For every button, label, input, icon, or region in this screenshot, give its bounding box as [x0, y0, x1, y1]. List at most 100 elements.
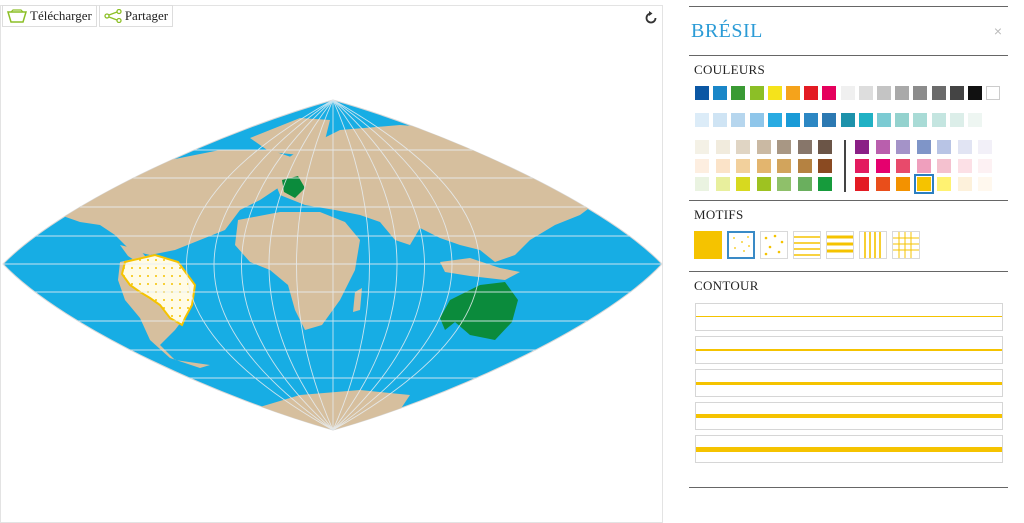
color-swatch[interactable] — [756, 158, 771, 173]
color-swatch[interactable] — [913, 174, 934, 194]
motif-dots[interactable] — [727, 231, 755, 259]
contour-option-4[interactable] — [695, 402, 1003, 430]
color-swatch[interactable] — [756, 177, 771, 191]
color-swatch[interactable] — [937, 177, 951, 191]
color-swatch[interactable] — [855, 140, 869, 154]
color-swatch[interactable] — [736, 158, 750, 173]
motif-solid[interactable] — [694, 231, 722, 259]
country-style-panel: BRÉSIL × COULEURS MOTIFS CONTOUR — [689, 0, 1008, 523]
contour-option-2[interactable] — [695, 336, 1003, 364]
color-swatch[interactable] — [777, 140, 791, 154]
color-swatch[interactable] — [913, 113, 928, 127]
color-swatch[interactable] — [840, 86, 855, 100]
color-swatch[interactable] — [713, 113, 728, 127]
color-swatch[interactable] — [804, 86, 819, 100]
color-swatch[interactable] — [840, 113, 855, 127]
color-swatch[interactable] — [749, 113, 764, 127]
colors-section-title: COULEURS — [694, 62, 766, 77]
color-swatch[interactable] — [786, 86, 800, 100]
color-swatch[interactable] — [937, 140, 951, 154]
color-swatch[interactable] — [715, 140, 730, 154]
world-map[interactable] — [0, 0, 663, 523]
color-swatch[interactable] — [896, 158, 910, 173]
contour-option-1[interactable] — [695, 303, 1003, 331]
color-swatch[interactable] — [896, 177, 910, 191]
color-swatch[interactable] — [916, 140, 931, 154]
thick-lines-icon — [827, 235, 853, 253]
download-button[interactable]: Télécharger — [2, 5, 97, 27]
color-swatch[interactable] — [818, 177, 832, 191]
color-swatch[interactable] — [949, 86, 964, 100]
color-swatch[interactable] — [916, 158, 931, 173]
motif-sparse-dots[interactable] — [760, 231, 788, 259]
contour-section-title: CONTOUR — [694, 278, 759, 293]
color-swatch[interactable] — [736, 140, 750, 154]
color-swatch[interactable] — [767, 113, 782, 127]
color-swatch[interactable] — [913, 86, 928, 100]
color-swatch[interactable] — [797, 177, 812, 191]
color-swatch[interactable] — [777, 158, 791, 173]
color-swatch[interactable] — [822, 86, 837, 100]
color-swatch[interactable] — [731, 113, 746, 127]
divider — [689, 271, 1008, 272]
color-swatch[interactable] — [895, 86, 910, 100]
color-swatch[interactable] — [818, 140, 832, 154]
color-swatch[interactable] — [767, 86, 782, 100]
color-swatch[interactable] — [957, 140, 972, 154]
color-swatch[interactable] — [797, 158, 812, 173]
reset-view-button[interactable] — [640, 8, 662, 28]
color-swatch[interactable] — [875, 140, 890, 154]
motif-vertical-lines[interactable] — [859, 231, 887, 259]
color-swatch[interactable] — [978, 177, 992, 191]
color-swatch[interactable] — [957, 158, 972, 173]
color-swatch[interactable] — [978, 158, 992, 173]
horizontal-lines-icon — [794, 236, 820, 256]
color-swatch[interactable] — [877, 86, 891, 100]
motif-thick-lines[interactable] — [826, 231, 854, 259]
color-swatch[interactable] — [937, 158, 951, 173]
color-swatch[interactable] — [713, 86, 728, 100]
color-swatch[interactable] — [804, 113, 819, 127]
color-swatch[interactable] — [875, 158, 890, 173]
color-swatch[interactable] — [777, 177, 791, 191]
color-swatch[interactable] — [695, 140, 709, 154]
color-swatch[interactable] — [855, 158, 869, 173]
color-swatch[interactable] — [797, 140, 812, 154]
color-swatch[interactable] — [896, 140, 910, 154]
color-swatch[interactable] — [895, 113, 910, 127]
color-swatch[interactable] — [855, 177, 869, 191]
color-swatch[interactable] — [756, 140, 771, 154]
color-swatch[interactable] — [736, 177, 750, 191]
contour-option-5[interactable] — [695, 435, 1003, 463]
color-swatch[interactable] — [978, 140, 992, 154]
color-swatch[interactable] — [818, 158, 832, 173]
dots-pattern-icon — [733, 236, 750, 252]
color-swatch[interactable] — [858, 113, 873, 127]
motif-grid[interactable] — [892, 231, 920, 259]
contour-option-3[interactable] — [695, 369, 1003, 397]
color-swatch[interactable] — [715, 177, 730, 191]
color-swatch[interactable] — [875, 177, 890, 191]
color-swatch[interactable] — [931, 86, 946, 100]
color-swatch[interactable] — [695, 158, 709, 173]
color-swatch[interactable] — [858, 86, 873, 100]
close-button[interactable]: × — [994, 23, 1002, 39]
color-swatch[interactable] — [877, 113, 891, 127]
country-title: BRÉSIL — [691, 20, 763, 42]
color-swatch[interactable] — [715, 158, 730, 173]
color-swatch[interactable] — [968, 113, 982, 127]
color-swatch[interactable] — [731, 86, 746, 100]
color-swatch[interactable] — [786, 113, 800, 127]
color-swatch[interactable] — [695, 113, 709, 127]
motif-thin-lines[interactable] — [793, 231, 821, 259]
color-swatch[interactable] — [968, 86, 982, 100]
color-swatch[interactable] — [695, 177, 709, 191]
color-swatch[interactable] — [957, 177, 972, 191]
color-swatch[interactable] — [931, 113, 946, 127]
color-swatch[interactable] — [949, 113, 964, 127]
color-swatch[interactable] — [986, 86, 1001, 100]
color-swatch[interactable] — [749, 86, 764, 100]
share-button[interactable]: Partager — [98, 5, 174, 27]
color-swatch[interactable] — [822, 113, 837, 127]
color-swatch[interactable] — [695, 86, 709, 100]
